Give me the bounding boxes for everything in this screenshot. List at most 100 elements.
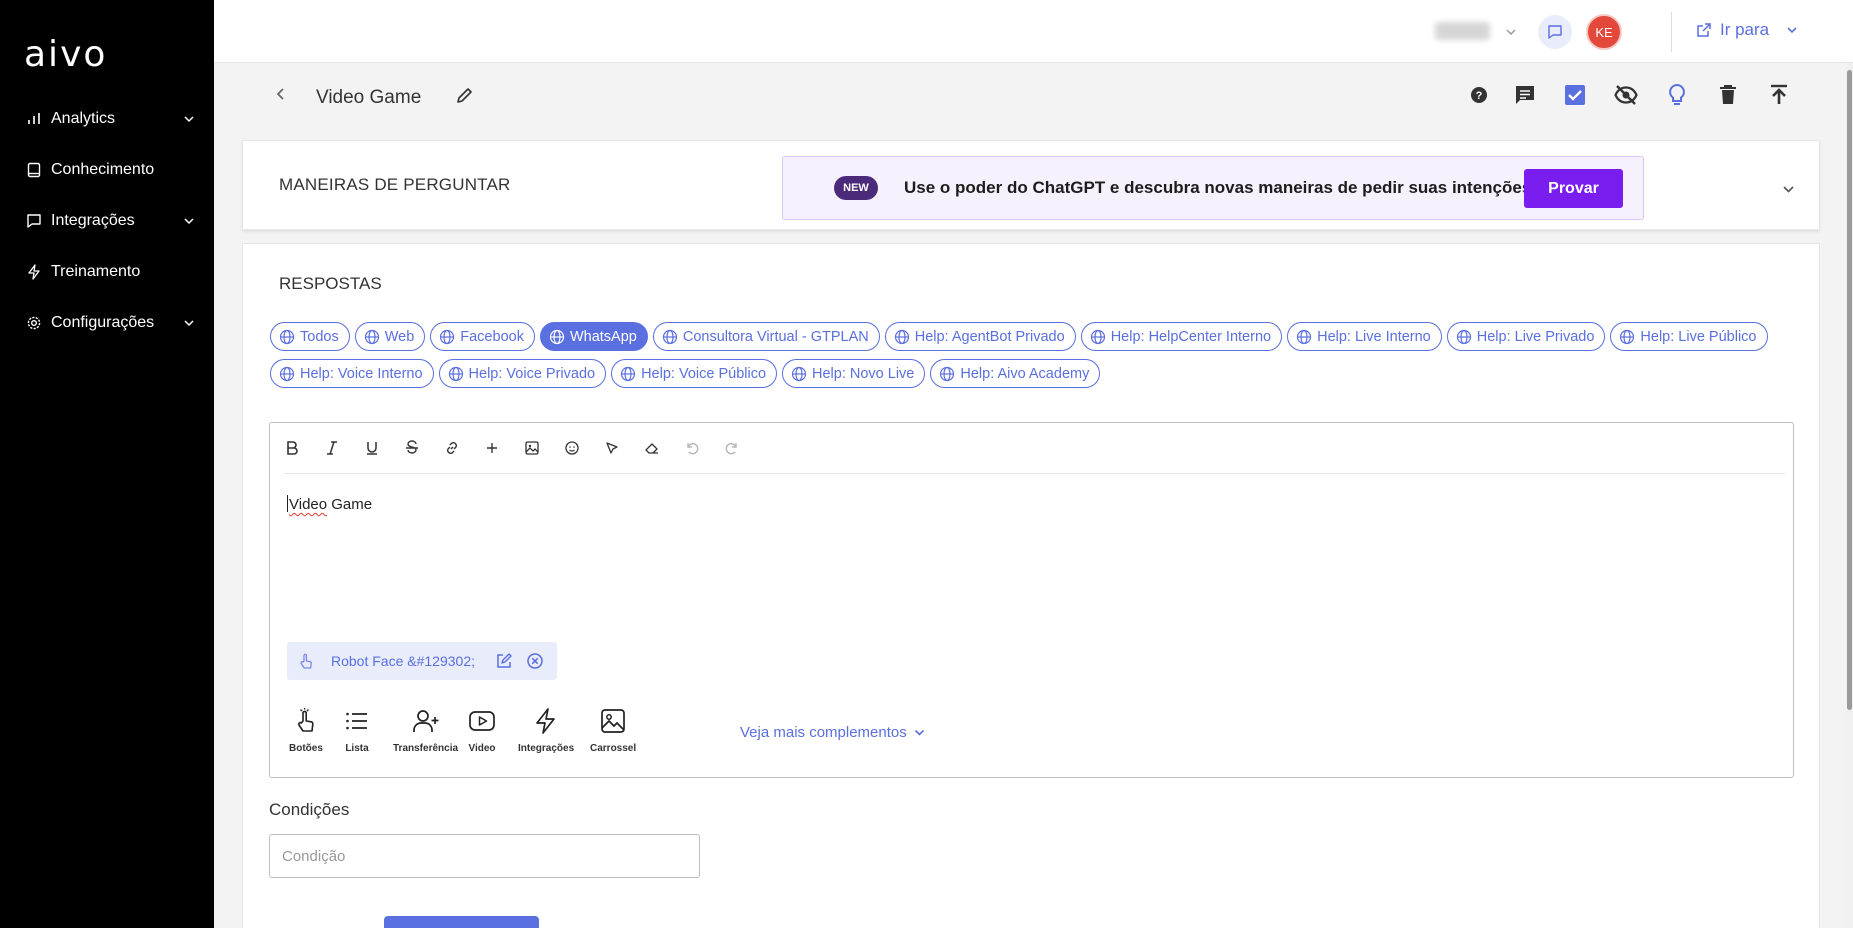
channel-chip[interactable]: Help: Live Privado — [1446, 322, 1606, 351]
channel-chip[interactable]: Facebook — [430, 322, 535, 351]
visibility-off-icon[interactable] — [1614, 83, 1638, 107]
emoji-icon[interactable] — [564, 440, 580, 456]
eraser-icon[interactable] — [644, 440, 660, 456]
complement-label: Video — [468, 743, 496, 754]
cursor-icon[interactable] — [604, 440, 620, 456]
strikethrough-icon[interactable] — [404, 440, 420, 456]
sidebar-item-integracoes[interactable]: Integrações — [0, 195, 214, 246]
channel-chip[interactable]: Help: HelpCenter Interno — [1080, 322, 1283, 351]
image-icon — [601, 709, 625, 733]
globe-icon — [1090, 329, 1105, 344]
undo-icon[interactable] — [684, 440, 700, 456]
globe-icon — [662, 329, 677, 344]
chevron-down-icon — [914, 729, 924, 736]
globe-icon — [448, 366, 463, 381]
image-icon[interactable] — [524, 440, 540, 456]
editor-text-misspelled: Video — [289, 496, 328, 513]
underline-icon[interactable] — [364, 440, 380, 456]
aivo-logo[interactable]: aivo — [24, 34, 107, 75]
hand-pointer-icon — [297, 708, 314, 732]
channel-chip[interactable]: Help: Voice Interno — [270, 359, 434, 388]
section-title: MANEIRAS DE PERGUNTAR — [279, 175, 511, 194]
globe-icon — [791, 366, 807, 381]
globe-icon — [549, 329, 565, 344]
avatar[interactable]: KE — [1586, 14, 1622, 50]
complement-carousel[interactable]: Carrossel — [590, 707, 636, 754]
svg-text:?: ? — [1476, 90, 1483, 102]
external-link-icon — [1697, 23, 1711, 37]
complement-label: Carrossel — [590, 743, 637, 754]
comment-icon[interactable] — [1513, 83, 1537, 107]
checkbox-icon[interactable] — [1563, 83, 1587, 107]
complement-list[interactable]: Lista — [343, 707, 371, 754]
sidebar-item-treinamento[interactable]: Treinamento — [0, 246, 214, 297]
go-to-menu[interactable]: Ir para — [1696, 20, 1799, 40]
bold-icon[interactable] — [284, 440, 300, 456]
chevron-down-icon — [184, 115, 194, 122]
chevron-down-icon[interactable] — [1781, 182, 1796, 197]
channel-chip[interactable]: Todos — [270, 322, 350, 351]
complement-integrations[interactable]: Integrações — [518, 707, 574, 754]
chip-label: Consultora Virtual - GTPLAN — [682, 328, 869, 345]
chatgpt-promo-banner: NEW Use o poder do ChatGPT e descubra no… — [782, 156, 1644, 220]
channel-chip[interactable]: Help: Live Público — [1610, 322, 1768, 351]
complement-label: Transferência — [393, 743, 459, 754]
conditions-label: Condições — [269, 800, 350, 819]
chip-label: Facebook — [460, 328, 524, 345]
chat-bubble-icon — [27, 213, 41, 228]
complement-buttons[interactable]: Botões — [289, 707, 323, 754]
globe-icon — [364, 329, 379, 344]
chip-label: Help: Live Privado — [1476, 328, 1595, 345]
button-chip-label: Robot Face &#129302; — [331, 653, 475, 669]
channel-chip[interactable]: Help: AgentBot Privado — [884, 322, 1076, 351]
channel-chip[interactable]: Help: Novo Live — [782, 359, 926, 388]
globe-icon — [1296, 329, 1312, 344]
complement-label: Lista — [345, 743, 369, 754]
channel-chip[interactable]: Help: Live Interno — [1287, 322, 1442, 351]
chip-label: Help: HelpCenter Interno — [1110, 328, 1272, 345]
go-to-label: Ir para — [1720, 20, 1770, 39]
complement-video[interactable]: Video — [468, 707, 496, 754]
bar-chart-icon — [28, 112, 40, 124]
editor-content[interactable]: Video Game — [287, 495, 372, 513]
chevron-down-icon[interactable] — [1504, 25, 1518, 39]
trash-icon[interactable] — [1716, 83, 1740, 107]
channel-chip[interactable]: Web — [354, 322, 426, 351]
complement-transfer[interactable]: Transferência — [393, 707, 458, 754]
close-circle-icon[interactable] — [526, 652, 544, 670]
more-complements-link[interactable]: Veja mais complementos — [740, 724, 926, 741]
link-icon[interactable] — [444, 440, 460, 456]
list-icon — [346, 712, 367, 730]
publish-icon[interactable] — [1767, 83, 1791, 107]
chip-label: Web — [384, 328, 415, 345]
channel-chip[interactable]: Help: Voice Público — [611, 359, 778, 388]
channel-chip[interactable]: Help: Aivo Academy — [930, 359, 1101, 388]
channel-chip[interactable]: Help: Voice Privado — [438, 359, 607, 388]
globe-icon — [279, 329, 295, 344]
channel-chip-active[interactable]: WhatsApp — [539, 322, 648, 351]
chip-label: Todos — [300, 328, 339, 345]
try-button[interactable]: Provar — [1524, 169, 1623, 208]
edit-icon[interactable] — [495, 652, 513, 670]
new-badge: NEW — [834, 176, 878, 200]
pencil-icon[interactable] — [455, 86, 474, 105]
add-user-icon — [412, 710, 439, 732]
sidebar-item-configuracoes[interactable]: Configurações — [0, 297, 214, 348]
back-arrow-icon[interactable] — [273, 86, 289, 102]
condition-input[interactable] — [269, 834, 700, 878]
channel-chip[interactable]: Consultora Virtual - GTPLAN — [652, 322, 880, 351]
plus-icon[interactable] — [484, 440, 500, 456]
globe-icon — [1620, 329, 1635, 344]
gear-icon — [27, 316, 41, 329]
help-icon[interactable]: ? — [1467, 83, 1491, 107]
chat-button[interactable] — [1538, 15, 1572, 49]
lightbulb-icon[interactable] — [1665, 83, 1689, 107]
italic-icon[interactable] — [324, 440, 340, 456]
redo-icon[interactable] — [724, 440, 740, 456]
sidebar-item-analytics[interactable]: Analytics — [0, 93, 214, 144]
chip-label: WhatsApp — [569, 328, 637, 345]
sidebar-item-conhecimento[interactable]: Conhecimento — [0, 144, 214, 195]
scrollbar-thumb[interactable] — [1847, 70, 1852, 710]
save-button[interactable] — [384, 916, 539, 928]
account-selector[interactable] — [1435, 22, 1490, 40]
